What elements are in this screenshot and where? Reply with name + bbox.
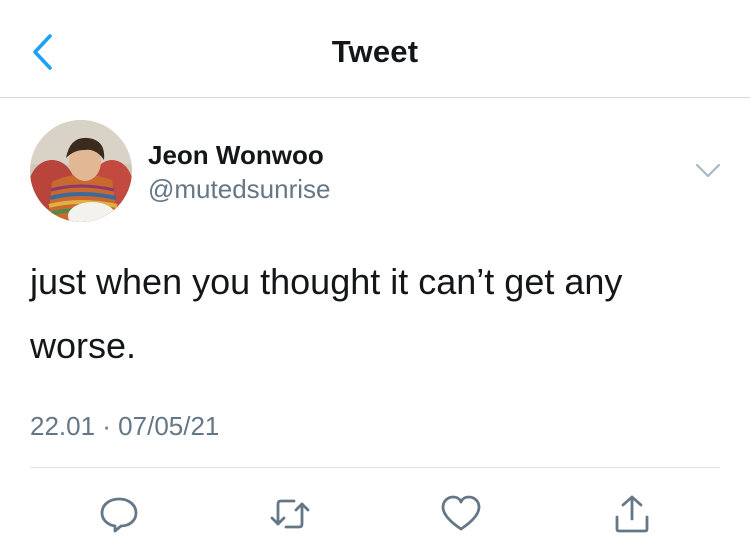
navigation-bar: Tweet: [0, 0, 750, 98]
avatar[interactable]: [30, 120, 132, 222]
tweet-text: just when you thought it can’t get any w…: [30, 261, 623, 366]
divider: [30, 467, 720, 468]
tweet-timestamp[interactable]: 22.01 · 07/05/21: [30, 411, 219, 442]
profile-photo: [30, 120, 132, 222]
more-options-button[interactable]: [694, 160, 722, 182]
retweet-icon: [270, 499, 310, 529]
share-button[interactable]: [608, 490, 656, 538]
reply-icon: [100, 497, 138, 533]
reply-button[interactable]: [95, 490, 143, 538]
author-handle[interactable]: @mutedsunrise: [148, 174, 330, 205]
author-name[interactable]: Jeon Wonwoo: [148, 140, 324, 171]
heart-icon: [441, 495, 481, 531]
like-button[interactable]: [437, 490, 485, 538]
chevron-down-icon: [695, 163, 721, 178]
retweet-button[interactable]: [266, 490, 314, 538]
share-icon: [615, 495, 649, 533]
page-title: Tweet: [331, 34, 419, 69]
